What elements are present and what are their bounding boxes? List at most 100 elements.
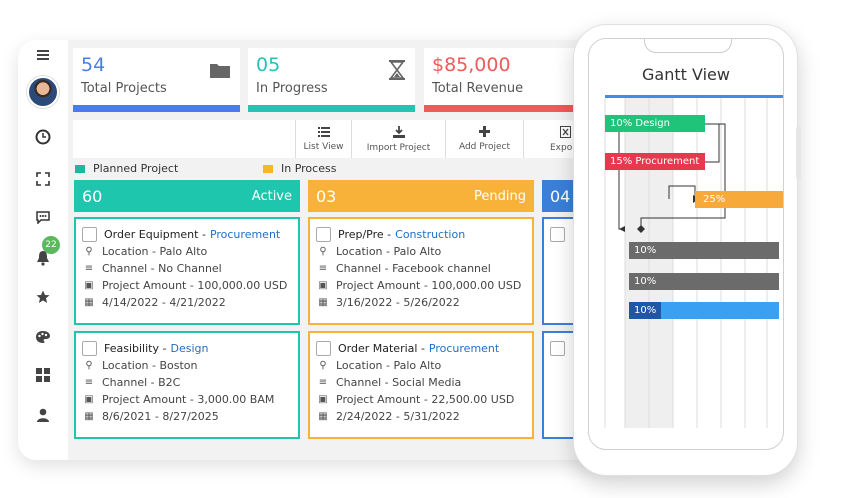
dashboard-window: 22 54 Total Projects 05 In Progress $85,… xyxy=(18,40,638,460)
gantt-bar-25[interactable]: 25% xyxy=(695,191,783,208)
column-header-active[interactable]: 60 Active xyxy=(74,180,300,212)
column-count: 03 xyxy=(316,186,337,206)
card-category[interactable]: Construction xyxy=(395,228,465,241)
grid-icon[interactable] xyxy=(18,364,68,386)
card-channel: Channel - Social Media xyxy=(336,376,462,389)
gantt-title: Gantt View xyxy=(642,65,730,84)
stat-label: Total Projects xyxy=(81,81,167,96)
card-channel: Channel - Facebook channel xyxy=(336,262,491,275)
location-pin-icon: ⚲ xyxy=(85,246,93,257)
card-category[interactable]: Procurement xyxy=(429,342,499,355)
clock-icon[interactable] xyxy=(18,126,68,148)
card-dates: 8/6/2021 - 8/27/2025 xyxy=(102,410,219,423)
menu-icon[interactable] xyxy=(18,44,68,66)
card-name: Prep/Pre - xyxy=(338,227,392,241)
card-amount: Project Amount - 100,000.00 USD xyxy=(102,279,288,292)
sidebar: 22 xyxy=(18,40,68,460)
gantt-bar-10-a[interactable]: 10% xyxy=(629,242,779,259)
stat-total-projects: 54 Total Projects xyxy=(73,48,240,112)
avatar[interactable] xyxy=(27,76,59,108)
card-amount: Project Amount - 22,500.00 USD xyxy=(336,393,515,406)
bell-icon[interactable] xyxy=(18,247,68,269)
excel-icon xyxy=(560,125,571,141)
card-location: Location - Palo Alto xyxy=(336,359,442,372)
card-channel: Channel - B2C xyxy=(102,376,181,389)
project-card[interactable]: Order Equipment - Procurement ⚲ Location -… xyxy=(74,217,300,325)
import-project-button[interactable]: Import Project xyxy=(351,120,445,158)
user-icon[interactable] xyxy=(18,404,68,426)
hourglass-icon xyxy=(389,60,405,84)
legend-swatch xyxy=(75,164,85,173)
fullscreen-icon[interactable] xyxy=(18,168,68,190)
card-checkbox[interactable] xyxy=(82,340,97,356)
column-header-pending[interactable]: 03 Pending xyxy=(308,180,534,212)
project-card[interactable]: Prep/Pre - Construction ⚲ Location - Palo … xyxy=(308,217,534,325)
card-amount: Project Amount - 100,000.00 USD xyxy=(336,279,522,292)
column-count: 60 xyxy=(82,186,103,206)
card-checkbox[interactable] xyxy=(316,340,331,356)
money-icon: ▣ xyxy=(318,280,328,291)
card-channel: Channel - No Channel xyxy=(102,262,222,275)
card-name: Order Material - xyxy=(338,341,425,355)
stat-label: Total Revenue xyxy=(432,81,524,96)
plus-icon xyxy=(479,126,490,140)
card-checkbox[interactable] xyxy=(82,226,97,242)
gantt-bar-design[interactable]: 10% Design xyxy=(605,115,705,132)
list-view-button[interactable]: List View xyxy=(295,120,351,158)
gantt-bar-10-c[interactable]: 10% xyxy=(629,302,779,319)
stat-in-progress: 05 In Progress xyxy=(248,48,415,112)
legend-label: In Process xyxy=(281,162,337,175)
channel-icon: ≡ xyxy=(318,263,328,274)
list-view-label: List View xyxy=(303,142,344,152)
card-name: Order Equipment - xyxy=(104,227,206,241)
location-pin-icon: ⚲ xyxy=(319,246,327,257)
card-location: Location - Palo Alto xyxy=(336,245,442,258)
location-pin-icon: ⚲ xyxy=(319,360,327,371)
card-checkbox[interactable] xyxy=(550,226,565,242)
card-checkbox[interactable] xyxy=(316,226,331,242)
location-pin-icon: ⚲ xyxy=(85,360,93,371)
card-location: Location - Boston xyxy=(102,359,198,372)
channel-icon: ≡ xyxy=(84,263,94,274)
star-icon[interactable] xyxy=(18,286,68,308)
card-location: Location - Palo Alto xyxy=(102,245,208,258)
folder-icon xyxy=(210,62,230,82)
column-count: 04 xyxy=(550,186,571,206)
gantt-bar-label: 10% xyxy=(629,302,662,319)
card-amount: Project Amount - 3,000.00 BAM xyxy=(102,393,275,406)
card-category[interactable]: Design xyxy=(170,342,208,355)
money-icon: ▣ xyxy=(84,394,94,405)
phone-side-button xyxy=(796,126,801,180)
stat-value: $85,000 xyxy=(432,54,511,76)
stat-value: 54 xyxy=(81,54,106,76)
stat-color-bar xyxy=(73,105,240,112)
money-icon: ▣ xyxy=(84,280,94,291)
download-icon xyxy=(392,125,405,141)
phone-notch xyxy=(644,39,732,53)
channel-icon: ≡ xyxy=(318,377,328,388)
project-card[interactable]: Feasibility - Design ⚲ Location - Boston ≡… xyxy=(74,331,300,439)
calendar-icon: ▦ xyxy=(84,411,94,422)
card-checkbox[interactable] xyxy=(550,340,565,356)
legend-planned: Planned Project xyxy=(75,162,178,175)
calendar-icon: ▦ xyxy=(84,297,94,308)
calendar-icon: ▦ xyxy=(318,411,328,422)
project-card[interactable]: Order Material - Procurement ⚲ Location - … xyxy=(308,331,534,439)
gantt-bar-10-b[interactable]: 10% xyxy=(629,273,779,290)
stat-label: In Progress xyxy=(256,81,328,96)
column-status: Active xyxy=(251,188,292,204)
legend-swatch xyxy=(263,164,273,173)
card-category[interactable]: Procurement xyxy=(210,228,280,241)
money-icon: ▣ xyxy=(318,394,328,405)
palette-icon[interactable] xyxy=(18,326,68,348)
add-project-label: Add Project xyxy=(458,142,511,152)
gantt-bar-procurement[interactable]: 15% Procurement xyxy=(605,153,705,170)
card-name: Feasibility - xyxy=(104,341,167,355)
calendar-icon: ▦ xyxy=(318,297,328,308)
legend-in-process: In Process xyxy=(263,162,336,175)
phone-screen: Gantt View 10% Design 15% Procurement 25… xyxy=(588,38,784,450)
channel-icon: ≡ xyxy=(84,377,94,388)
column-status: Pending xyxy=(474,188,526,204)
add-project-button[interactable]: Add Project xyxy=(445,120,523,158)
chat-icon[interactable] xyxy=(18,206,68,228)
